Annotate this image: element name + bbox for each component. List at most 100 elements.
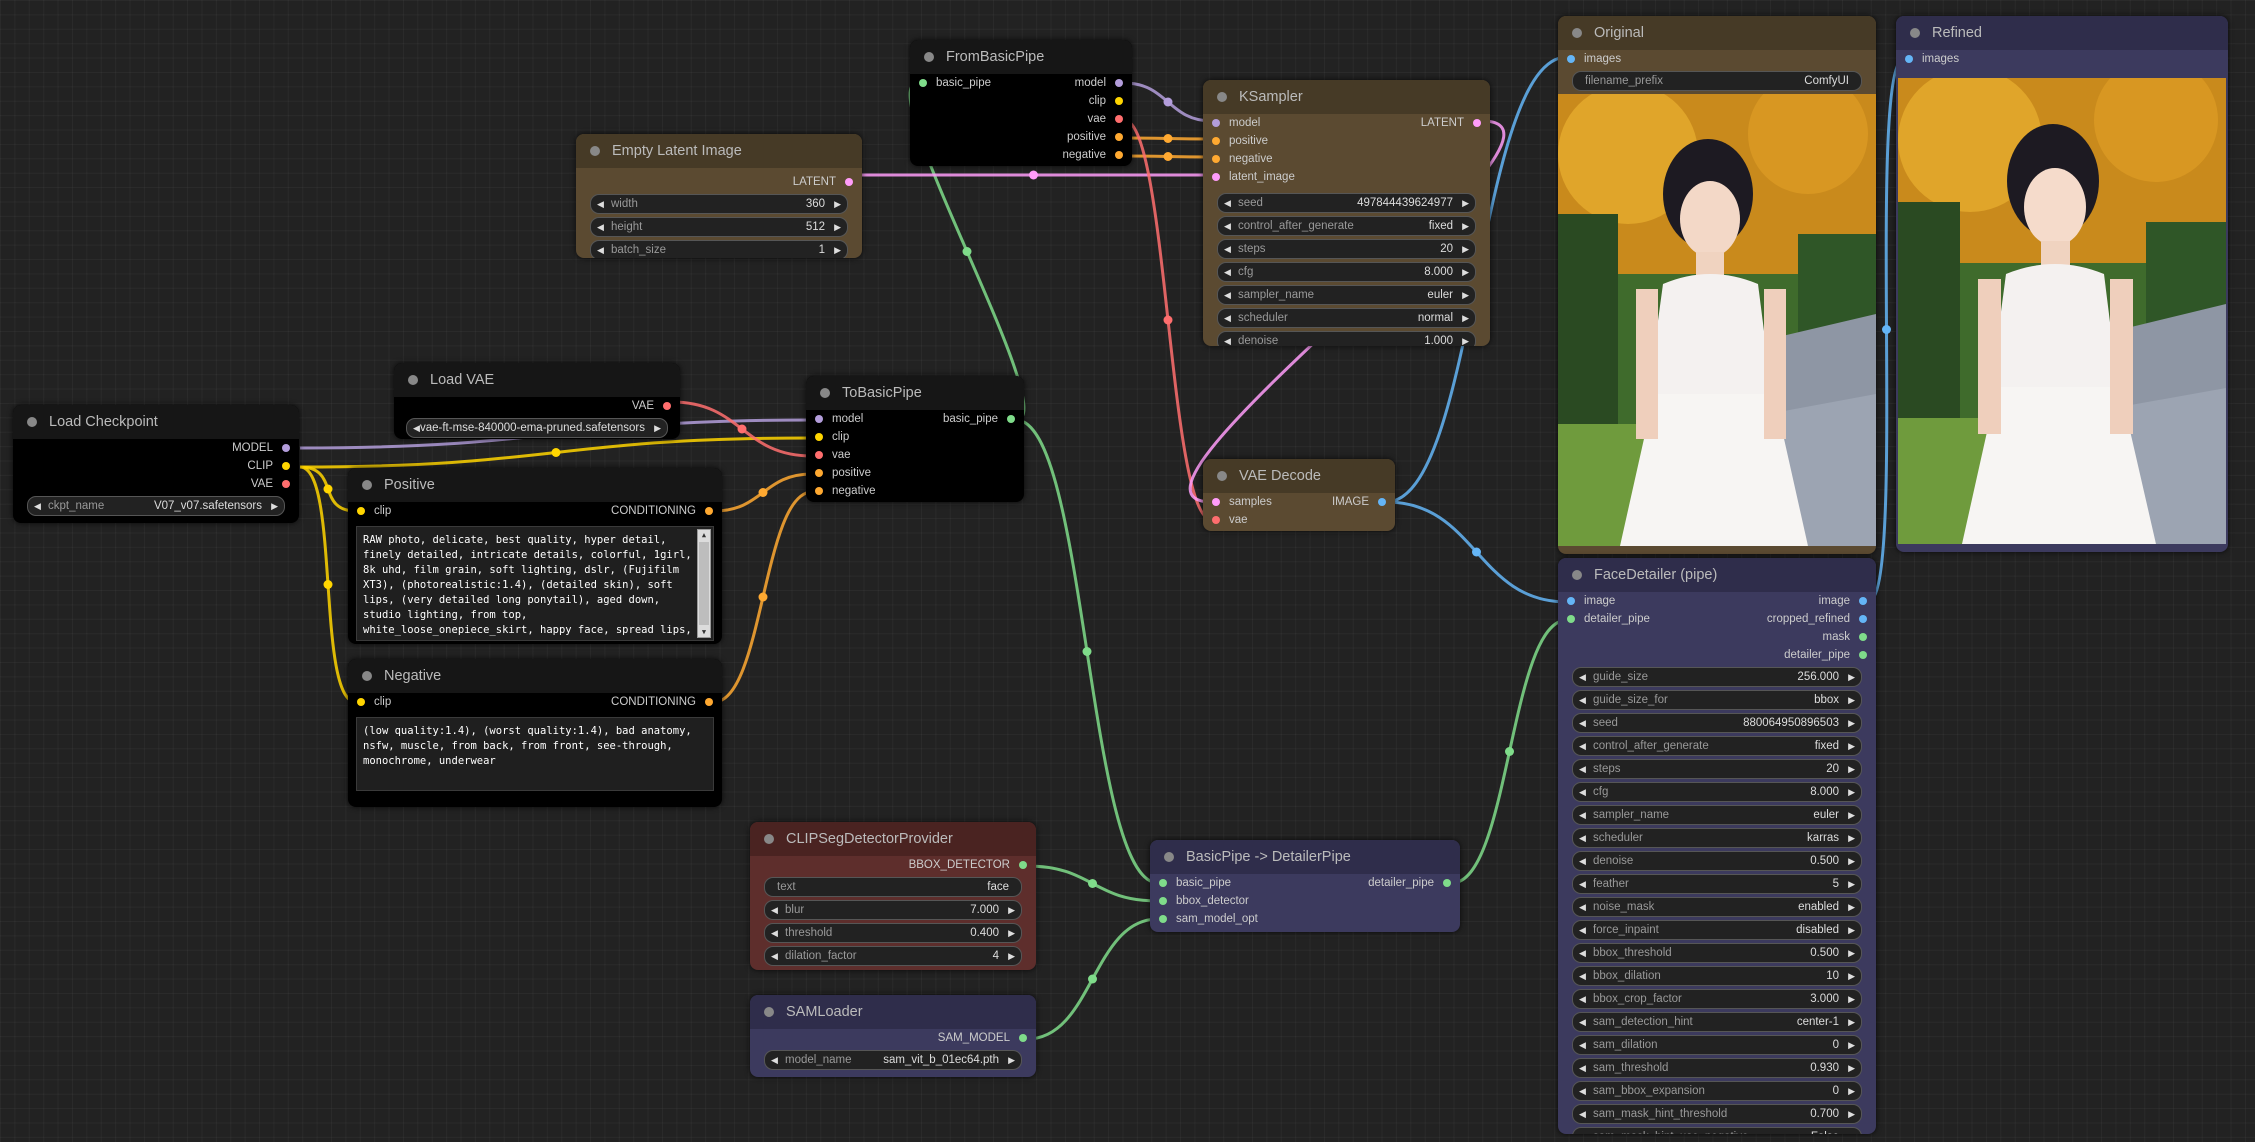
collapse-dot-icon[interactable]	[27, 417, 37, 427]
node-negative-prompt[interactable]: Negative clip CONDITIONING (low quality:1…	[348, 659, 722, 807]
node-save-image-original[interactable]: Original images filename_prefix ComfyUI	[1558, 16, 1876, 554]
widget-sam-mask-hint-threshold[interactable]: ◀ sam_mask_hint_threshold 0.700 ▶	[1572, 1104, 1862, 1124]
decrement-arrow-icon[interactable]: ◀	[1579, 898, 1586, 916]
collapse-dot-icon[interactable]	[1572, 28, 1582, 38]
widget-filename-prefix[interactable]: filename_prefix ComfyUI	[1572, 71, 1862, 91]
widget-height[interactable]: ◀ height 512 ▶	[590, 217, 848, 237]
decrement-arrow-icon[interactable]: ◀	[1579, 760, 1586, 778]
collapse-dot-icon[interactable]	[820, 388, 830, 398]
wire-midpoint-handle[interactable]	[1505, 747, 1514, 756]
increment-arrow-icon[interactable]: ▶	[1848, 714, 1855, 732]
wire-midpoint-handle[interactable]	[323, 484, 333, 494]
wire-midpoint-handle[interactable]	[1163, 134, 1173, 143]
widget-sam-mask-hint-use-negative[interactable]: ◀ sam_mask_hint_use_negative False ▶	[1572, 1127, 1862, 1134]
output-slot-detailer-pipe[interactable]	[1443, 879, 1451, 887]
decrement-arrow-icon[interactable]: ◀	[1224, 286, 1231, 304]
wire-midpoint-handle[interactable]	[1082, 647, 1092, 656]
node-to-basic-pipe[interactable]: ToBasicPipe model basic_pipe clip vae pos…	[806, 376, 1024, 502]
widget-sam-detection-hint[interactable]: ◀ sam_detection_hint center-1 ▶	[1572, 1012, 1862, 1032]
increment-arrow-icon[interactable]: ▶	[834, 241, 841, 258]
widget-bbox-crop-factor[interactable]: ◀ bbox_crop_factor 3.000 ▶	[1572, 989, 1862, 1009]
wire-midpoint-handle[interactable]	[1472, 547, 1481, 557]
decrement-arrow-icon[interactable]: ◀	[1579, 1105, 1586, 1123]
decrement-arrow-icon[interactable]: ◀	[597, 195, 604, 213]
node-positive-prompt[interactable]: Positive clip CONDITIONING RAW photo, del…	[348, 468, 722, 644]
wire-midpoint-handle[interactable]	[1088, 879, 1097, 888]
increment-arrow-icon[interactable]: ▶	[1462, 286, 1469, 304]
collapse-dot-icon[interactable]	[362, 480, 372, 490]
node-title[interactable]: Negative	[348, 659, 722, 693]
increment-arrow-icon[interactable]: ▶	[1848, 760, 1855, 778]
input-slot-model[interactable]	[815, 415, 823, 423]
output-slot-latent[interactable]	[1473, 119, 1481, 127]
input-slot-basic-pipe[interactable]	[1159, 879, 1167, 887]
output-slot-vae[interactable]	[282, 480, 290, 488]
decrement-arrow-icon[interactable]: ◀	[1224, 309, 1231, 327]
wire-midpoint-handle[interactable]	[1163, 315, 1173, 325]
decrement-arrow-icon[interactable]: ◀	[1579, 875, 1586, 893]
decrement-arrow-icon[interactable]: ◀	[1579, 990, 1586, 1008]
node-ksampler[interactable]: KSampler model LATENT positive negative l…	[1203, 80, 1490, 346]
decrement-arrow-icon[interactable]: ◀	[1579, 852, 1586, 870]
widget-text[interactable]: text face	[764, 877, 1022, 897]
wire-midpoint-handle[interactable]	[323, 580, 333, 589]
decrement-arrow-icon[interactable]: ◀	[597, 218, 604, 236]
increment-arrow-icon[interactable]: ▶	[1848, 1082, 1855, 1100]
output-slot-conditioning[interactable]	[705, 507, 713, 515]
decrement-arrow-icon[interactable]: ◀	[771, 924, 778, 942]
increment-arrow-icon[interactable]: ▶	[1848, 737, 1855, 755]
node-title[interactable]: Positive	[348, 468, 722, 502]
widget-ckpt-name[interactable]: ◀ ckpt_name V07_v07.safetensors ▶	[27, 496, 285, 516]
prompt-textarea[interactable]: RAW photo, delicate, best quality, hyper…	[356, 526, 714, 641]
increment-arrow-icon[interactable]: ▶	[1462, 263, 1469, 281]
decrement-arrow-icon[interactable]: ◀	[597, 241, 604, 258]
collapse-dot-icon[interactable]	[764, 1007, 774, 1017]
increment-arrow-icon[interactable]: ▶	[1462, 217, 1469, 235]
collapse-dot-icon[interactable]	[408, 375, 418, 385]
decrement-arrow-icon[interactable]: ◀	[1579, 714, 1586, 732]
widget-scheduler[interactable]: ◀ scheduler karras ▶	[1572, 828, 1862, 848]
node-title[interactable]: VAE Decode	[1203, 459, 1395, 493]
node-title[interactable]: Load Checkpoint	[13, 405, 299, 439]
widget-guide-size[interactable]: ◀ guide_size 256.000 ▶	[1572, 667, 1862, 687]
input-slot-latent-image[interactable]	[1212, 173, 1220, 181]
collapse-dot-icon[interactable]	[590, 146, 600, 156]
decrement-arrow-icon[interactable]: ◀	[1579, 1036, 1586, 1054]
input-slot-bbox-detector[interactable]	[1159, 897, 1167, 905]
widget-control-after-generate[interactable]: ◀ control_after_generate fixed ▶	[1572, 736, 1862, 756]
decrement-arrow-icon[interactable]: ◀	[771, 947, 778, 965]
decrement-arrow-icon[interactable]: ◀	[1579, 829, 1586, 847]
decrement-arrow-icon[interactable]: ◀	[1224, 194, 1231, 212]
output-slot-image[interactable]	[1859, 597, 1867, 605]
widget-seed[interactable]: ◀ seed 497844439624977 ▶	[1217, 193, 1476, 213]
output-slot-model[interactable]	[1115, 79, 1123, 87]
scroll-down-arrow-icon[interactable]: ▼	[698, 627, 710, 637]
input-slot-clip[interactable]	[357, 698, 365, 706]
increment-arrow-icon[interactable]: ▶	[1848, 990, 1855, 1008]
wire-midpoint-handle[interactable]	[1882, 325, 1891, 334]
output-slot-image[interactable]	[1378, 498, 1386, 506]
input-slot-clip[interactable]	[815, 433, 823, 441]
increment-arrow-icon[interactable]: ▶	[1008, 1051, 1015, 1069]
input-slot-model[interactable]	[1212, 119, 1220, 127]
scroll-up-arrow-icon[interactable]: ▲	[698, 530, 710, 540]
node-vae-decode[interactable]: VAE Decode samples IMAGE vae	[1203, 459, 1395, 531]
decrement-arrow-icon[interactable]: ◀	[1224, 240, 1231, 258]
input-slot-vae[interactable]	[1212, 516, 1220, 524]
widget-noise-mask[interactable]: ◀ noise_mask enabled ▶	[1572, 897, 1862, 917]
increment-arrow-icon[interactable]: ▶	[1848, 1036, 1855, 1054]
decrement-arrow-icon[interactable]: ◀	[771, 1051, 778, 1069]
node-preview-image-refined[interactable]: Refined images	[1896, 16, 2228, 552]
collapse-dot-icon[interactable]	[1217, 92, 1227, 102]
increment-arrow-icon[interactable]: ▶	[1848, 1128, 1855, 1134]
increment-arrow-icon[interactable]: ▶	[1008, 924, 1015, 942]
wire-midpoint-handle[interactable]	[1088, 974, 1097, 984]
output-slot-detailer-pipe[interactable]	[1859, 651, 1867, 659]
decrement-arrow-icon[interactable]: ◀	[1579, 1013, 1586, 1031]
increment-arrow-icon[interactable]: ▶	[1848, 783, 1855, 801]
output-slot-latent[interactable]	[845, 178, 853, 186]
widget-sampler-name[interactable]: ◀ sampler_name euler ▶	[1572, 805, 1862, 825]
widget-sampler-name[interactable]: ◀ sampler_name euler ▶	[1217, 285, 1476, 305]
decrement-arrow-icon[interactable]: ◀	[1224, 263, 1231, 281]
collapse-dot-icon[interactable]	[1572, 570, 1582, 580]
